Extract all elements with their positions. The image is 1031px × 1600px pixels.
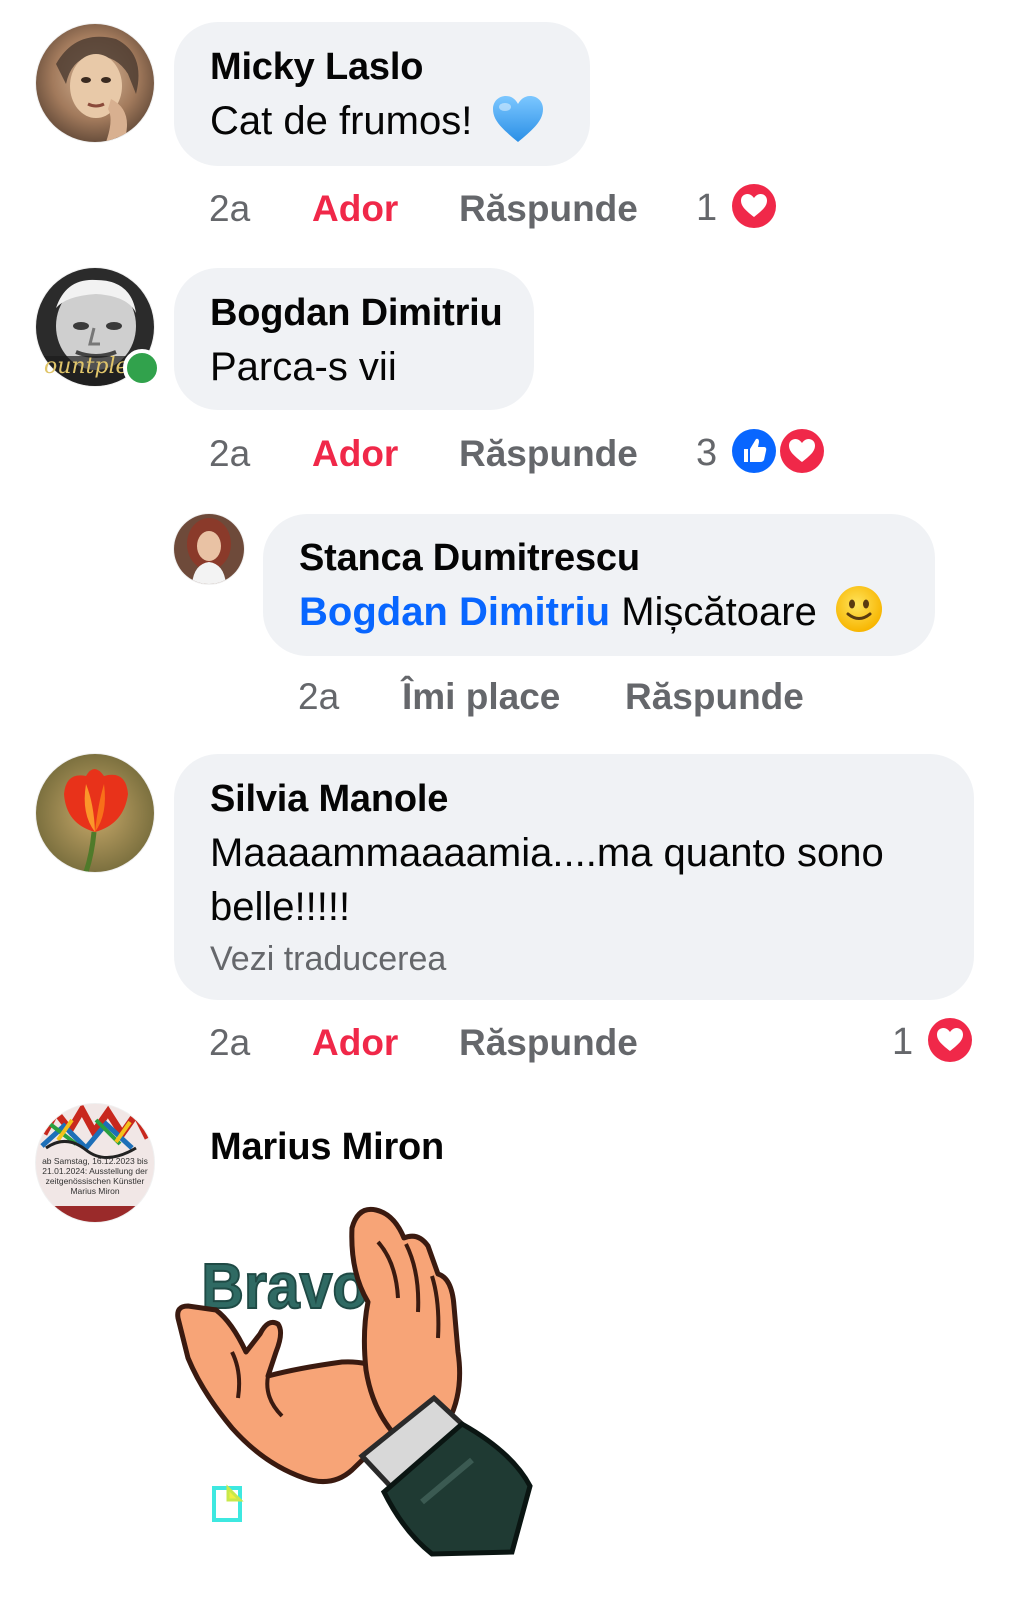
avatar-caption-line: zeitgenössischen Künstler — [45, 1176, 145, 1186]
love-reaction-button[interactable]: Ador — [312, 188, 398, 230]
reply-button[interactable]: Răspunde — [459, 188, 638, 230]
comment-text: Parca-s vii — [210, 345, 397, 389]
comment-author[interactable]: Marius Miron — [210, 1126, 444, 1169]
comment-text: Cat de frumos! — [210, 94, 545, 148]
avatar-caption-line: ab Samstag, 16.12.2023 bis — [42, 1156, 148, 1166]
avatar-stanca-dumitrescu[interactable] — [174, 514, 244, 584]
avatar-signature-text: ountple — [44, 354, 129, 379]
love-reaction-icon[interactable] — [730, 182, 778, 230]
reply-button[interactable]: Răspunde — [459, 1022, 638, 1064]
reply-button[interactable]: Răspunde — [625, 676, 804, 718]
reply-time[interactable]: 2a — [298, 676, 339, 718]
avatar-caption-line: Marius Miron — [70, 1186, 120, 1196]
comment-time[interactable]: 2a — [209, 433, 250, 475]
mention-link[interactable]: Bogdan Dimitriu — [299, 590, 610, 634]
comment-text-line-2: belle!!!!! — [210, 885, 351, 929]
portrait-image — [174, 514, 244, 584]
clapping-hands-icon: Bravo — [175, 1206, 533, 1557]
poppy-flower-image — [36, 754, 154, 872]
reply-text-content: Mișcătoare — [621, 590, 817, 634]
comment-text-content: Cat de frumos! — [210, 99, 473, 143]
comment-text-line-1: Maaaammaaaamia....ma quanto sono — [210, 831, 884, 875]
bravo-sticker[interactable]: Bravo — [172, 1202, 534, 1558]
like-reaction-icon[interactable] — [730, 427, 778, 475]
blue-heart-icon — [491, 94, 545, 144]
reaction-count[interactable]: 3 — [696, 432, 717, 475]
comment-author[interactable]: Micky Laslo — [210, 46, 423, 89]
reply-text: Bogdan Dimitriu Mișcătoare — [299, 584, 884, 639]
avatar-silvia-manole[interactable] — [36, 754, 154, 872]
comment-time[interactable]: 2a — [209, 188, 250, 230]
see-translation-link[interactable]: Vezi traducerea — [210, 940, 446, 979]
avatar-caption-line: 21.01.2024: Ausstellung der — [42, 1166, 148, 1176]
sticker-caption: Bravo — [201, 1251, 368, 1323]
comment-time[interactable]: 2a — [209, 1022, 250, 1064]
like-button[interactable]: Îmi place — [402, 676, 560, 718]
online-status-indicator — [123, 349, 161, 387]
avatar-caption: ab Samstag, 16.12.2023 bis 21.01.2024: A… — [36, 1156, 154, 1196]
avatar-micky-laslo[interactable] — [36, 24, 154, 142]
comment-author[interactable]: Bogdan Dimitriu — [210, 292, 503, 335]
reply-author[interactable]: Stanca Dumitrescu — [299, 537, 640, 580]
reply-button[interactable]: Răspunde — [459, 433, 638, 475]
portrait-image — [36, 24, 154, 142]
comment-author[interactable]: Silvia Manole — [210, 778, 448, 821]
love-reaction-icon[interactable] — [778, 427, 826, 475]
reaction-count[interactable]: 1 — [892, 1021, 913, 1064]
avatar-marius-miron[interactable]: ab Samstag, 16.12.2023 bis 21.01.2024: A… — [36, 1104, 154, 1222]
love-reaction-button[interactable]: Ador — [312, 433, 398, 475]
reaction-count[interactable]: 1 — [696, 187, 717, 230]
love-reaction-button[interactable]: Ador — [312, 1022, 398, 1064]
slightly-smiling-face-icon — [834, 584, 884, 634]
love-reaction-icon[interactable] — [926, 1016, 974, 1064]
